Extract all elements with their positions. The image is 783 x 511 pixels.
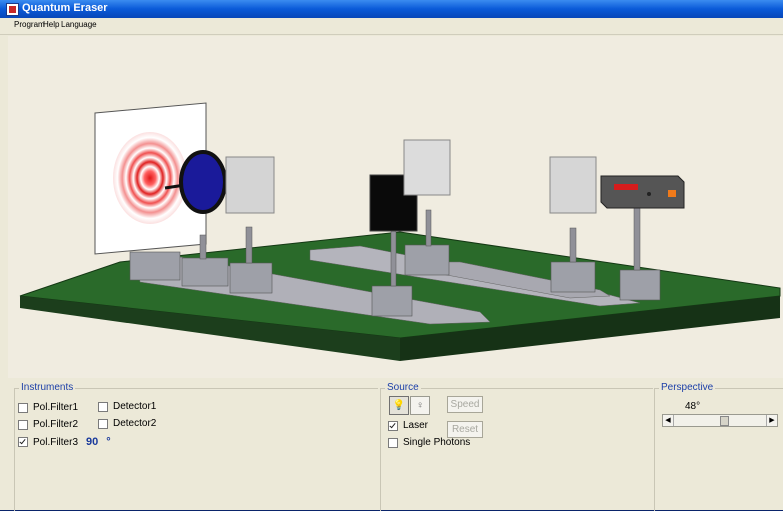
laser-checkbox[interactable]: Laser xyxy=(388,420,428,431)
polarization-filter-3[interactable] xyxy=(179,150,227,214)
laser-indicator xyxy=(614,184,638,190)
slider-left-arrow-icon[interactable]: ◀ xyxy=(663,415,674,426)
window-title: Quantum Eraser xyxy=(22,2,108,14)
beam-splitter-3[interactable] xyxy=(549,156,597,214)
menu-help[interactable]: Help xyxy=(43,20,59,29)
pol-filter3-box[interactable] xyxy=(18,437,28,447)
detector1-box[interactable] xyxy=(98,401,108,412)
laser-knob xyxy=(647,192,651,196)
pol-filter2-box[interactable] xyxy=(18,419,28,430)
lamp-on-button[interactable]: 💡 xyxy=(389,396,409,415)
pol-filter1-label: Pol.Filter1 xyxy=(33,402,79,413)
pol-filter3-angle[interactable]: 90 xyxy=(86,436,98,448)
pol-filter3-label: Pol.Filter3 xyxy=(33,436,79,448)
lamp-off-button[interactable]: ♀ xyxy=(410,396,430,415)
perspective-slider[interactable]: ◀ ▶ xyxy=(662,414,778,427)
detector2-checkbox[interactable]: Detector2 xyxy=(98,418,156,429)
single-photons-box[interactable] xyxy=(388,437,398,448)
lightbulb-icon: 💡 xyxy=(392,400,406,411)
pol-filter2-checkbox[interactable]: Pol.Filter2 xyxy=(18,419,78,430)
single-photons-checkbox[interactable]: Single Photons xyxy=(388,437,470,448)
pol-filter3-checkbox[interactable]: Pol.Filter3 90 ° xyxy=(18,436,111,448)
lightbulb-off-icon: ♀ xyxy=(416,400,424,411)
perspective-title: Perspective xyxy=(659,382,716,393)
app-icon xyxy=(6,3,19,16)
pol-filter2-label: Pol.Filter2 xyxy=(33,419,79,430)
beam-splitter-1[interactable] xyxy=(225,156,275,214)
menu-bar: Program Help Language xyxy=(0,18,783,35)
app-window: Quantum Eraser Program Help Language Ins… xyxy=(0,0,783,511)
slider-thumb[interactable] xyxy=(719,416,729,426)
title-bar: Quantum Eraser xyxy=(0,0,783,18)
detector1-checkbox[interactable]: Detector1 xyxy=(98,401,156,412)
perspective-group: Perspective xyxy=(654,382,783,511)
perspective-value: 48° xyxy=(685,401,701,412)
laser-label: Laser xyxy=(403,420,429,431)
menu-language[interactable]: Language xyxy=(61,20,97,29)
pol-filter1-checkbox[interactable]: Pol.Filter1 xyxy=(18,402,78,413)
menu-program[interactable]: Program xyxy=(14,20,45,29)
pol-filter1-box[interactable] xyxy=(18,402,28,413)
speed-button[interactable]: Speed xyxy=(447,396,483,413)
detector2-box[interactable] xyxy=(98,418,108,429)
source-title: Source xyxy=(385,382,421,393)
laser-box[interactable] xyxy=(388,420,398,431)
instruments-title: Instruments xyxy=(19,382,76,393)
reset-button[interactable]: Reset xyxy=(447,421,483,438)
detector2-label: Detector2 xyxy=(113,418,157,429)
single-photons-label: Single Photons xyxy=(403,437,471,448)
experiment-scene[interactable] xyxy=(8,36,783,378)
interference-pattern xyxy=(113,132,187,224)
slider-right-arrow-icon[interactable]: ▶ xyxy=(766,415,777,426)
detector1-label: Detector1 xyxy=(113,401,157,412)
laser-aperture xyxy=(668,190,676,197)
beam-splitter-2[interactable] xyxy=(403,139,451,196)
pol-filter3-unit: ° xyxy=(106,436,111,448)
